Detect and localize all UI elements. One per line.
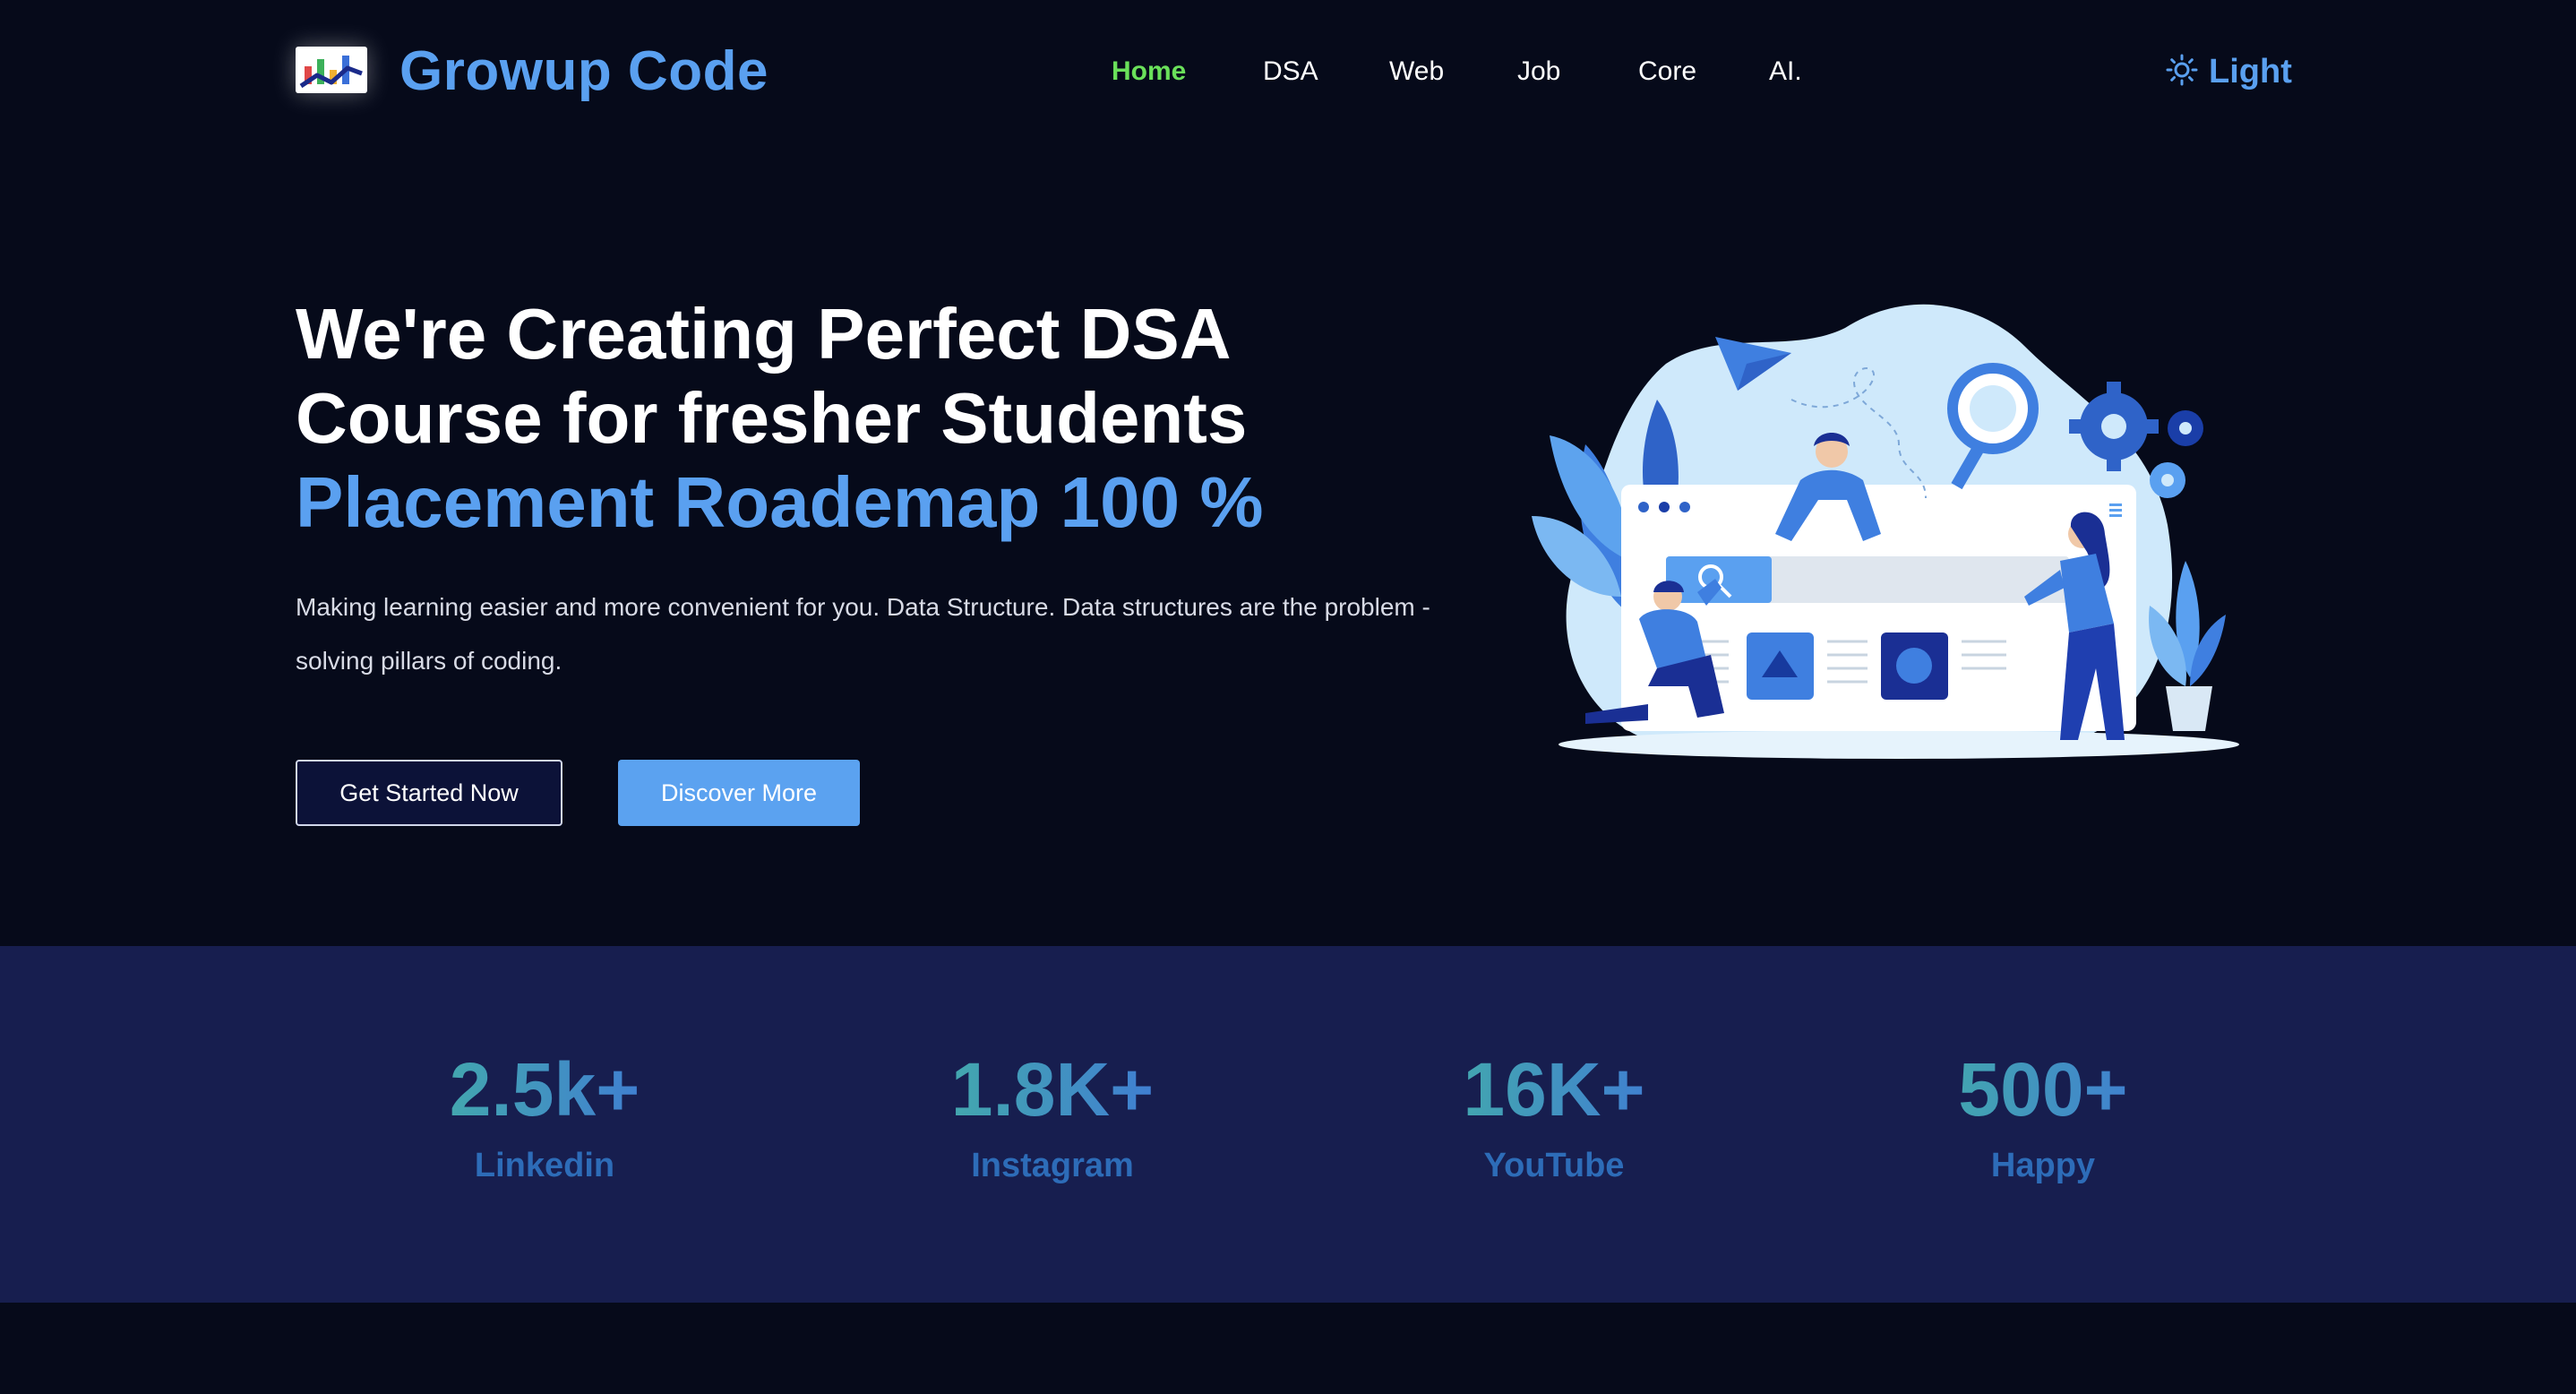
- stat-value: 16K+: [1375, 1045, 1733, 1134]
- nav-item-web[interactable]: Web: [1389, 54, 1444, 90]
- hero-title-accent: Placement Roademap 100 %: [296, 462, 1264, 542]
- chart-logo-icon[interactable]: [296, 47, 367, 93]
- brand-name[interactable]: Growup Code: [399, 36, 769, 108]
- nav-item-dsa[interactable]: DSA: [1263, 54, 1318, 90]
- discover-more-button[interactable]: Discover More: [618, 760, 860, 826]
- hero-title: We're Creating Perfect DSA Course for fr…: [296, 292, 1550, 545]
- stat-value: 2.5k+: [365, 1045, 724, 1134]
- stat-instagram: 1.8K+ Instagram: [873, 1045, 1232, 1185]
- theme-toggle-label: Light: [2209, 52, 2292, 90]
- stat-label: Happy: [1990, 1147, 2096, 1184]
- nav-item-ai[interactable]: AI.: [1769, 54, 1802, 90]
- stat-label: Linkedin: [474, 1147, 615, 1184]
- stat-linkedin: 2.5k+ Linkedin: [365, 1045, 724, 1185]
- stat-label: Instagram: [971, 1147, 1134, 1184]
- hero-title-line-2: Course for fresher Students: [296, 378, 1248, 458]
- get-started-button[interactable]: Get Started Now: [296, 760, 562, 826]
- stats-band: 2.5k+ Linkedin 1.8K+ Instagram 16K+ YouT…: [0, 946, 2576, 1303]
- nav-item-job[interactable]: Job: [1517, 54, 1560, 90]
- stat-value: 500+: [1864, 1045, 2222, 1134]
- stat-label: YouTube: [1483, 1147, 1625, 1184]
- site-header: Growup Code Home DSA Web Job Core AI. Li…: [0, 0, 2576, 143]
- sun-icon: [2166, 54, 2198, 90]
- nav-item-core[interactable]: Core: [1638, 54, 1696, 90]
- hero-title-line-1: We're Creating Perfect DSA: [296, 294, 1232, 374]
- hero-description: Making learning easier and more convenie…: [296, 593, 1430, 675]
- stat-happy: 500+ Happy: [1864, 1045, 2222, 1185]
- hero-illustration: [1523, 292, 2239, 776]
- stat-value: 1.8K+: [873, 1045, 1232, 1134]
- stat-youtube: 16K+ YouTube: [1375, 1045, 1733, 1185]
- theme-toggle[interactable]: Light: [2166, 48, 2292, 95]
- nav-item-home[interactable]: Home: [1112, 54, 1186, 90]
